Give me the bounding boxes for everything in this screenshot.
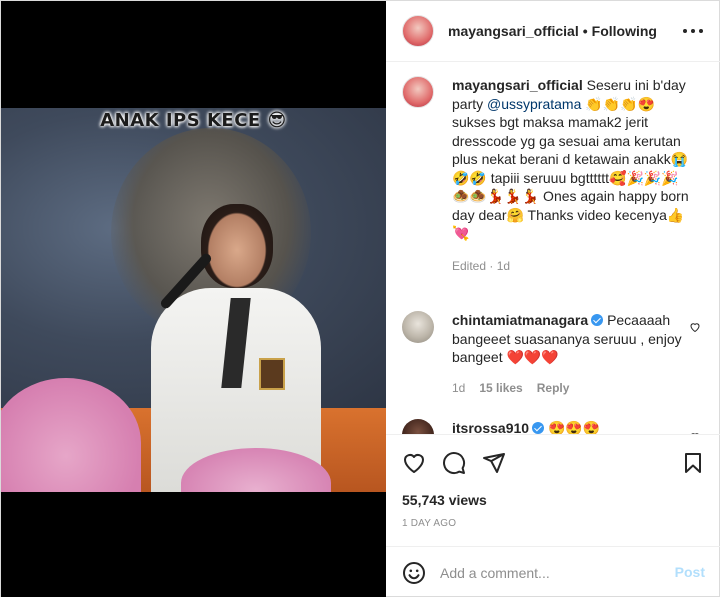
views-count[interactable]: 55,743 views xyxy=(402,492,487,508)
like-heart-icon[interactable] xyxy=(402,451,426,475)
video-player[interactable]: ANAK IPS KECE 😎 xyxy=(1,108,386,492)
comment-age: 1d xyxy=(452,380,466,395)
like-comment-heart-icon[interactable] xyxy=(689,321,701,333)
video-caption-overlay: ANAK IPS KECE 😎 xyxy=(100,110,287,131)
caption-username[interactable]: mayangsari_official xyxy=(452,77,583,93)
verified-badge-icon xyxy=(532,422,545,434)
post-comment-button[interactable]: Post xyxy=(675,564,705,580)
caption-meta: Edited · 1d xyxy=(452,258,511,273)
reply-button[interactable]: Reply xyxy=(537,379,570,398)
caption-comment: mayangsari_official Seseru ini b'day par… xyxy=(402,76,705,275)
more-options-icon[interactable] xyxy=(681,19,705,43)
media-panel: ANAK IPS KECE 😎 xyxy=(1,1,386,597)
verified-badge-icon xyxy=(591,314,604,326)
header-username[interactable]: mayangsari_official xyxy=(448,23,579,39)
comments-section[interactable]: mayangsari_official Seseru ini b'day par… xyxy=(386,62,720,434)
post-timestamp[interactable]: 1 DAY AGO xyxy=(402,518,456,529)
save-bookmark-icon[interactable] xyxy=(681,451,705,475)
avatar[interactable] xyxy=(402,311,434,343)
avatar[interactable] xyxy=(402,15,434,47)
comment-text: 😍😍😍 xyxy=(547,420,601,434)
add-comment-input[interactable] xyxy=(440,564,670,581)
emoji-smiley-icon[interactable] xyxy=(402,561,426,585)
comment-username[interactable]: chintamiatmanagara xyxy=(452,312,588,328)
add-comment-bar: Post xyxy=(386,546,720,597)
header-separator: • xyxy=(582,23,588,39)
comment-bubble-icon[interactable] xyxy=(442,451,466,475)
instagram-post: ANAK IPS KECE 😎 mayangsari_official • Fo… xyxy=(0,0,720,597)
comment-item: chintamiatmanagara Pecaaaah bangeeet sua… xyxy=(402,311,705,397)
comment-item: itsrossa910 😍😍😍 xyxy=(402,419,705,434)
comment-likes-count[interactable]: 15 likes xyxy=(479,379,522,398)
avatar[interactable] xyxy=(402,76,434,108)
post-header: mayangsari_official • Following xyxy=(386,1,720,62)
caption-mention-link[interactable]: @ussypratama xyxy=(487,96,581,112)
caption-text-continued: 👏👏👏😍 sukses bgt maksa mamak2 jerit dress… xyxy=(452,95,689,242)
following-button[interactable]: Following xyxy=(592,23,657,39)
share-paper-plane-icon[interactable] xyxy=(482,451,506,475)
post-sidebar: mayangsari_official • Following mayangsa… xyxy=(386,1,720,597)
comment-username[interactable]: itsrossa910 xyxy=(452,420,529,434)
avatar[interactable] xyxy=(402,419,434,434)
action-bar: 55,743 views 1 DAY AGO Post xyxy=(386,434,720,597)
